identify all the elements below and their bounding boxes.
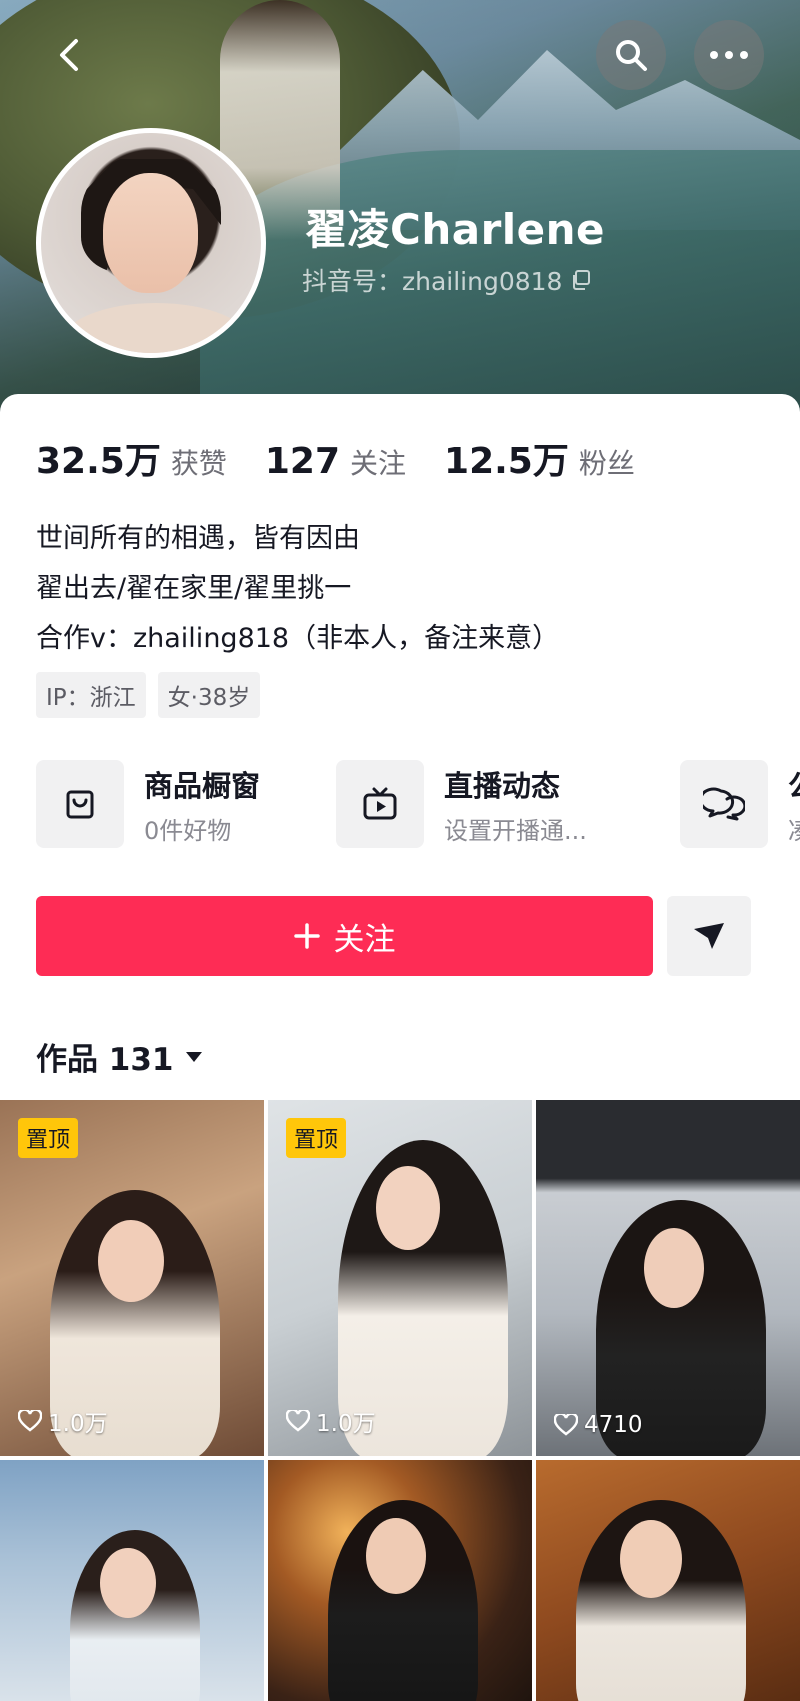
plus-icon — [293, 923, 320, 949]
heart-outline-icon — [286, 1410, 310, 1432]
feature-live-updates[interactable]: 直播动态 设置开播通... — [336, 760, 587, 848]
like-count: 1.0万 — [18, 1404, 108, 1438]
chevron-left-icon — [60, 39, 78, 71]
message-button[interactable] — [667, 896, 751, 976]
video-tile[interactable]: 置顶 1.0万 — [268, 1100, 532, 1456]
avatar[interactable] — [36, 128, 266, 358]
video-tile[interactable] — [536, 1460, 800, 1701]
follow-button[interactable]: 关注 — [36, 896, 653, 976]
more-button[interactable] — [694, 20, 764, 90]
account-id-text: 抖音号：zhailing0818 — [302, 267, 563, 296]
feature-group-chat[interactable]: 公 凑 — [680, 760, 800, 848]
like-count: 4710 — [554, 1412, 643, 1438]
more-dots-icon — [710, 51, 748, 59]
video-tile[interactable] — [0, 1460, 264, 1701]
follow-label: 关注 — [333, 921, 396, 958]
bio-line: 世间所有的相遇，皆有因由 — [36, 523, 360, 554]
shopping-bag-icon — [66, 790, 94, 819]
bio: 世间所有的相遇，皆有因由 翟出去/翟在家里/翟里挑一 合作v：zhailing8… — [36, 514, 559, 664]
gender-age-tag: 女·38岁 — [157, 672, 261, 718]
heart-outline-icon — [554, 1414, 578, 1436]
stat-likes[interactable]: 32.5万 获赞 — [36, 432, 227, 484]
stat-following[interactable]: 127 关注 — [265, 441, 406, 482]
works-tab[interactable]: 作品 131 — [36, 1034, 204, 1079]
tv-icon — [363, 787, 397, 820]
video-tile[interactable]: 置顶 1.0万 — [0, 1100, 264, 1456]
caret-down-icon — [185, 1051, 202, 1062]
send-icon — [694, 923, 724, 949]
like-count: 1.0万 — [286, 1404, 376, 1438]
pinned-badge: 置顶 — [286, 1118, 347, 1158]
feature-row: 商品橱窗 0件好物 直播动态 设置开播通... — [36, 760, 800, 852]
back-button[interactable] — [44, 30, 94, 80]
pinned-badge: 置顶 — [18, 1118, 79, 1158]
works-grid: 置顶 1.0万 置顶 1.0万 4710 — [0, 1100, 800, 1701]
ip-location-tag: IP：浙江 — [36, 672, 146, 718]
stats-row: 32.5万 获赞 127 关注 12.5万 粉丝 — [36, 432, 673, 484]
search-button[interactable] — [596, 20, 666, 90]
account-id[interactable]: 抖音号：zhailing0818 — [302, 262, 592, 298]
profile-card: 32.5万 获赞 127 关注 12.5万 粉丝 世间所有的相遇，皆有因由 翟出… — [0, 394, 800, 1701]
chat-bubbles-icon — [703, 787, 745, 821]
video-tile[interactable] — [268, 1460, 532, 1701]
heart-outline-icon — [18, 1410, 42, 1432]
bio-line: 合作v：zhailing818（非本人，备注来意） — [36, 623, 560, 654]
search-icon — [616, 40, 647, 71]
stat-followers[interactable]: 12.5万 粉丝 — [444, 432, 635, 484]
profile-tags: IP：浙江 女·38岁 — [36, 672, 261, 718]
video-tile[interactable]: 4710 — [536, 1100, 800, 1456]
feature-shop-window[interactable]: 商品橱窗 0件好物 — [36, 760, 260, 848]
bio-line: 翟出去/翟在家里/翟里挑一 — [36, 573, 352, 604]
profile-name: 翟凌Charlene — [305, 205, 606, 254]
copy-icon[interactable] — [570, 269, 592, 291]
works-title: 作品 131 — [36, 1042, 174, 1078]
